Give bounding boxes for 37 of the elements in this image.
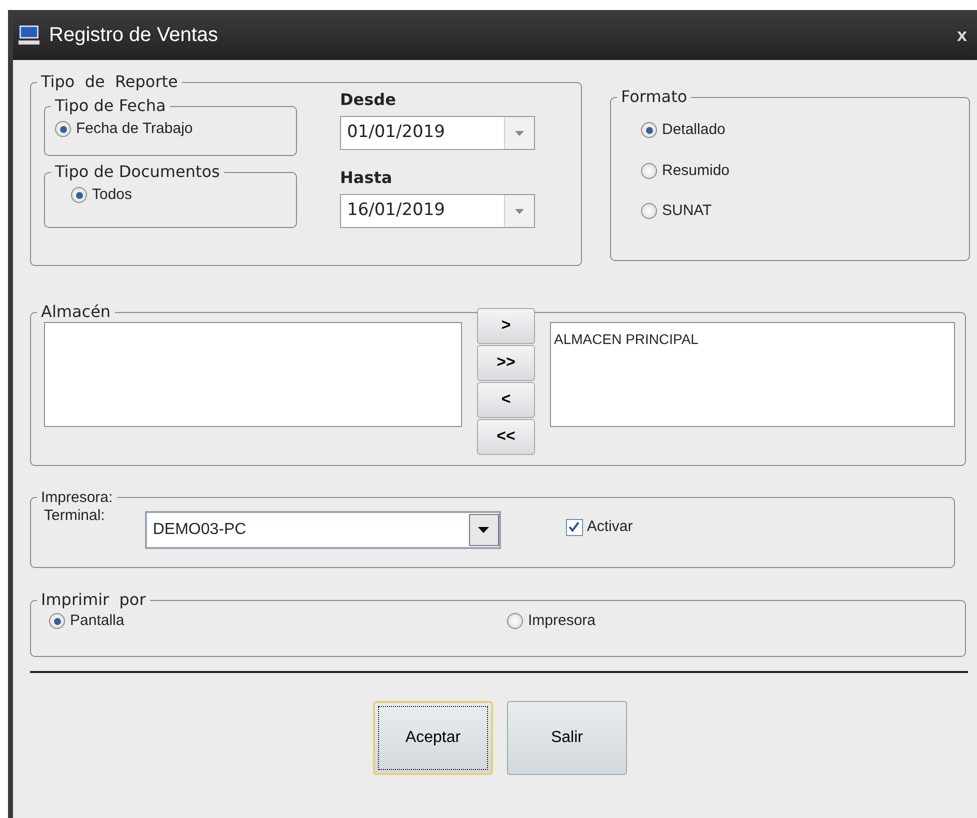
- radio-option[interactable]: Impresora: [507, 610, 965, 632]
- from-label: Desde: [340, 89, 397, 111]
- radio-option[interactable]: Detallado: [641, 119, 969, 142]
- terminal-label: Terminal:: [44, 506, 105, 526]
- dialog-button[interactable]: Salir: [507, 701, 627, 775]
- selected-list[interactable]: ALMACEN PRINCIPAL: [550, 322, 955, 427]
- date-field[interactable]: 16/01/2019: [340, 194, 535, 228]
- list-item[interactable]: ALMACEN PRINCIPAL: [554, 329, 951, 350]
- radio-option[interactable]: Pantalla: [49, 610, 507, 632]
- computer-icon: [17, 24, 41, 46]
- radio-option[interactable]: Todos: [71, 184, 296, 206]
- group-title: Impresora:: [40, 490, 114, 505]
- window-title: Registro de Ventas: [49, 23, 218, 48]
- radio-option[interactable]: Fecha de Trabajo: [55, 118, 296, 140]
- group-title: Imprimir por: [40, 592, 147, 608]
- terminal-dropdown[interactable]: DEMO03-PC: [144, 511, 501, 549]
- close-button[interactable]: x: [956, 22, 967, 48]
- move-button[interactable]: >: [477, 308, 535, 344]
- radio-option[interactable]: Resumido: [641, 160, 969, 182]
- move-button[interactable]: <<: [477, 419, 535, 455]
- available-list[interactable]: [44, 322, 462, 427]
- group-title: Tipo de Fecha: [54, 98, 167, 114]
- checkmark-icon: [568, 521, 580, 533]
- move-button[interactable]: >>: [477, 345, 535, 381]
- move-button[interactable]: <: [477, 382, 535, 418]
- group-title: Tipo de Documentos: [54, 164, 221, 180]
- activate-checkbox[interactable]: Activar: [566, 516, 633, 538]
- dialog-button[interactable]: Aceptar: [373, 701, 493, 775]
- group-title: Almacén: [40, 304, 112, 320]
- date-field[interactable]: 01/01/2019: [340, 116, 535, 150]
- dropdown-arrow-icon: [515, 208, 524, 214]
- group-title: Formato: [620, 89, 688, 105]
- group-title: Tipo de Reporte: [40, 74, 179, 90]
- to-label: Hasta: [340, 167, 394, 189]
- radio-option[interactable]: SUNAT: [641, 200, 969, 222]
- dropdown-arrow-icon: [478, 527, 490, 533]
- dropdown-arrow-icon: [515, 130, 524, 136]
